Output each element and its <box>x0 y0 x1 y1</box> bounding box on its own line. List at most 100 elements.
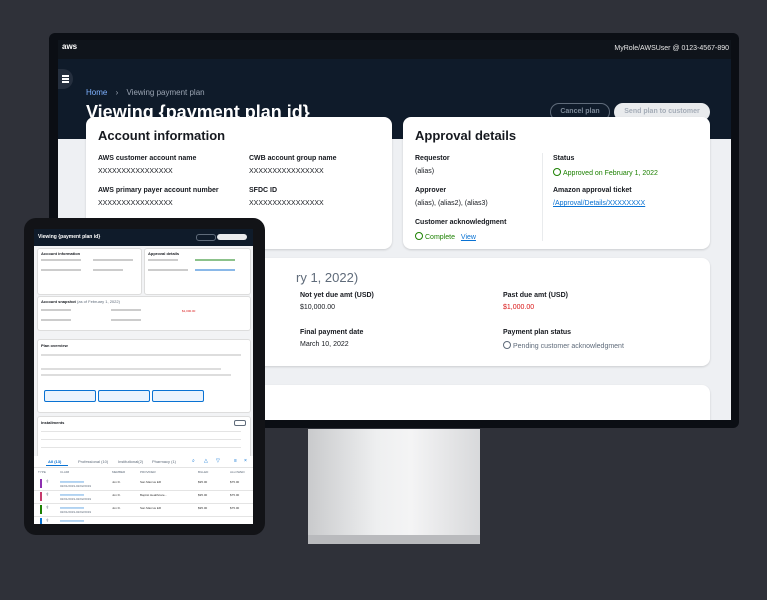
tablet-snapshot-card: Account snapshot (as of February 1, 2022… <box>37 296 251 331</box>
final-date-value: March 10, 2022 <box>300 341 349 348</box>
placeholder-line <box>195 259 235 261</box>
not-yet-due-label: Not yet due amt (USD) <box>300 292 374 299</box>
breadcrumb-current: Viewing payment plan <box>126 88 205 97</box>
claim-type-indicator <box>40 518 42 524</box>
sfdc-label: SFDC ID <box>249 187 277 194</box>
past-due-label: Past due amt (USD) <box>503 292 568 299</box>
claim-date: 02/01/2019-02/02/2019 <box>60 497 92 501</box>
pending-icon <box>503 341 511 349</box>
table-row[interactable]: ⚕ XXXXXXXXXXXX <box>34 516 253 524</box>
divider <box>542 153 543 241</box>
divider <box>41 431 241 432</box>
tablet-installments-title: Installments <box>41 420 65 425</box>
placeholder-line <box>41 309 71 311</box>
col-provider: PROVIDER <box>140 470 156 474</box>
claim-allowed: $75.00 <box>230 480 240 484</box>
table-row[interactable]: ⚕ XXXXXXXXXXXX 02/01/2019-02/02/2019 Jon D.… <box>34 503 253 517</box>
final-date-label: Final payment date <box>300 329 364 336</box>
tablet-account-card: Account information <box>37 248 142 295</box>
divider <box>34 467 253 468</box>
breadcrumb: Home › Viewing payment plan <box>86 88 205 97</box>
requestor-value: (alias) <box>415 168 435 175</box>
tablet-plan-overview-title: Plan overview <box>41 343 68 348</box>
tab-all[interactable]: All (13) <box>48 459 61 464</box>
tablet-amendment-chip[interactable] <box>98 390 150 402</box>
requestor-label: Requestor <box>415 155 450 162</box>
tablet-claims-panel: All (13) Professional (10) Institutional… <box>34 456 253 524</box>
active-tab-indicator <box>46 465 68 466</box>
tab-professional[interactable]: Professional (10) <box>78 459 108 464</box>
tablet-snapshot-title: Account snapshot (as of February 1, 2022… <box>41 299 120 304</box>
payer-value: XXXXXXXXXXXXXXXX <box>98 200 173 207</box>
placeholder-line <box>41 354 241 356</box>
claim-member: Jon D. <box>112 480 121 484</box>
claim-member: Jon D. <box>112 506 121 510</box>
claim-allowed: $75.00 <box>230 493 240 497</box>
placeholder-line <box>195 269 235 271</box>
claim-type-indicator <box>40 492 42 501</box>
tablet-screen: Viewing {payment plan id} Account inform… <box>34 229 253 524</box>
divider <box>41 447 241 448</box>
tablet-plan-overview-card: Plan overview <box>37 339 251 413</box>
cwb-label: CWB account group name <box>249 155 337 162</box>
search-icon[interactable]: ⌕ <box>192 458 195 464</box>
plan-status-label: Payment plan status <box>503 329 572 336</box>
close-icon[interactable]: × <box>244 458 247 464</box>
divider <box>41 439 241 440</box>
sfdc-value: XXXXXXXXXXXXXXXX <box>249 200 324 207</box>
claim-billed: $95.00 <box>198 493 208 497</box>
cwb-value: XXXXXXXXXXXXXXXX <box>249 168 324 175</box>
claim-type-icon: ⚕ <box>46 518 49 524</box>
user-role-menu[interactable]: MyRole/AWSUser @ 0123-4567-890 <box>614 45 729 52</box>
tablet-installments-card: Installments <box>37 416 251 460</box>
status-label: Status <box>553 155 575 162</box>
tablet-amendment-chip[interactable] <box>44 390 96 402</box>
col-member: MEMBER <box>112 470 126 474</box>
claim-provider: San Marcus ER <box>140 480 162 484</box>
tab-institutional[interactable]: Institutional(2) <box>118 459 143 464</box>
account-information-title: Account information <box>98 128 226 143</box>
tablet-header: Viewing {payment plan id} <box>34 229 253 246</box>
ack-status: Complete <box>425 234 455 241</box>
claim-date: 02/01/2019-02/02/2019 <box>60 484 92 488</box>
tab-pharmacy[interactable]: Pharmacy (1) <box>152 459 176 464</box>
placeholder-line <box>41 319 71 321</box>
claim-member: Jon D. <box>112 493 121 497</box>
placeholder-line <box>93 269 123 271</box>
placeholder-line <box>111 309 141 311</box>
ticket-label: Amazon approval ticket <box>553 187 632 194</box>
warning-icon[interactable]: △ <box>204 458 208 464</box>
approval-ticket-link[interactable]: /Approval/Details/XXXXXXXX <box>553 200 645 207</box>
tablet-send-button[interactable] <box>217 234 247 240</box>
claim-claim[interactable]: XXXXXXXXXXXX <box>60 519 84 523</box>
claim-type-indicator <box>40 505 42 514</box>
claim-type-icon: ⚕ <box>46 479 49 485</box>
filter-icon[interactable]: ▽ <box>216 458 220 464</box>
settings-icon[interactable]: ≡ <box>234 458 237 464</box>
payer-label: AWS primary payer account number <box>98 187 219 194</box>
aws-logo[interactable]: aws <box>62 42 77 51</box>
tablet-add-button[interactable] <box>234 420 246 426</box>
status-text: Approved on February 1, 2022 <box>563 170 658 177</box>
tablet-approval-title: Approval details <box>148 251 180 256</box>
check-circle-icon <box>553 168 561 176</box>
customer-name-label: AWS customer account name <box>98 155 197 162</box>
tablet-amendment-chip[interactable] <box>152 390 204 402</box>
ack-label: Customer acknowledgment <box>415 219 507 226</box>
placeholder-line <box>41 368 221 370</box>
tablet-cancel-button[interactable] <box>196 234 216 241</box>
col-billed: BILLED <box>198 470 209 474</box>
status-value: Approved on February 1, 2022 <box>553 168 658 177</box>
approver-value: (alias), (alias2), (alias3) <box>415 200 488 207</box>
breadcrumb-home-link[interactable]: Home <box>86 88 107 97</box>
table-row[interactable]: ⚕ XXXXXXXXXXXX 02/01/2019-02/02/2019 Jon D.… <box>34 490 253 504</box>
ack-view-link[interactable]: View <box>461 234 476 241</box>
tablet-account-title: Account information <box>41 251 81 256</box>
claim-type-icon: ⚕ <box>46 505 49 511</box>
check-circle-icon <box>415 232 423 240</box>
table-row[interactable]: ⚕ XXXXXXXXXXXX 02/01/2019-02/02/2019 Jon D.… <box>34 477 253 491</box>
tablet-approval-card: Approval details <box>144 248 251 295</box>
placeholder-line <box>41 259 81 261</box>
claim-date: 02/01/2019-02/02/2019 <box>60 510 92 514</box>
col-type: TYPE <box>38 470 46 474</box>
